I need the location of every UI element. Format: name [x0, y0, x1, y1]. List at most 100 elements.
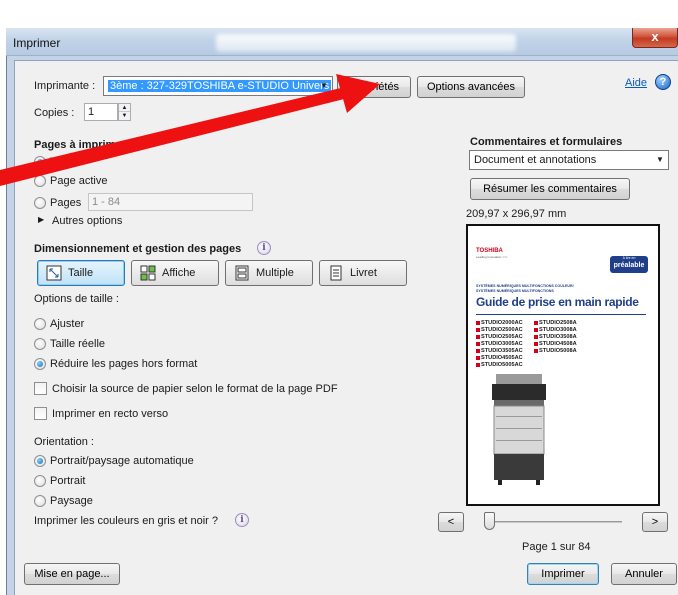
pages-range-radio[interactable]	[34, 197, 46, 209]
printer-illustration	[492, 374, 546, 485]
model-name: STUDIO4508A	[539, 341, 577, 347]
expand-triangle-icon[interactable]: ▶	[38, 215, 44, 224]
left-model: STUDIO3005AC	[476, 341, 523, 348]
info-icon[interactable]: i	[257, 241, 271, 255]
model-marker-icon	[476, 334, 480, 339]
pages-all-label: Tout	[50, 156, 71, 168]
booklet-button[interactable]: Livret	[319, 260, 407, 286]
summarize-comments-button[interactable]: Résumer les commentaires	[470, 178, 630, 200]
previous-page-button[interactable]: <	[438, 512, 464, 532]
pages-current-radio[interactable]	[34, 175, 46, 187]
next-page-button[interactable]: >	[642, 512, 668, 532]
preview-brand: TOSHIBA	[476, 248, 503, 254]
actual-size-label: Taille réelle	[50, 338, 106, 350]
title-bar: Imprimer	[6, 28, 678, 56]
properties-button[interactable]: Propriétés	[337, 76, 411, 98]
model-name: STUDIO2505AC	[481, 334, 523, 340]
copies-stepper[interactable]: ▲ ▼	[118, 103, 131, 121]
right-model: STUDIO5008A	[534, 348, 577, 355]
model-name: STUDIO3505AC	[481, 348, 523, 354]
page-dimensions: 209,97 x 296,97 mm	[466, 208, 567, 220]
model-name: STUDIO4505AC	[481, 355, 523, 361]
model-marker-icon	[476, 341, 480, 346]
sizing-heading: Dimensionnement et gestion des pages	[34, 243, 242, 255]
printer-select[interactable]: 3ème : 327-329TOSHIBA e-STUDIO Univers ▼	[103, 76, 333, 96]
model-name: STUDIO5005AC	[481, 362, 523, 368]
booklet-button-label: Livret	[350, 267, 377, 279]
preview-title: Guide de prise en main rapide	[476, 295, 639, 309]
print-button[interactable]: Imprimer	[527, 563, 599, 585]
preview-models-right: STUDIO2508A STUDIO3008A STUDIO3508A STUDIO4…	[534, 320, 577, 355]
model-name: STUDIO5008A	[539, 348, 577, 354]
orientation-portrait-label: Portrait	[50, 475, 86, 487]
orientation-landscape-radio[interactable]	[34, 495, 46, 507]
pages-range-input[interactable]: 1 - 84	[88, 193, 253, 211]
model-marker-icon	[476, 348, 480, 353]
right-model: STUDIO3508A	[534, 334, 577, 341]
advanced-options-button[interactable]: Options avancées	[417, 76, 525, 98]
grayscale-info-icon[interactable]: i	[235, 513, 249, 527]
model-marker-icon	[534, 341, 538, 346]
cancel-button[interactable]: Annuler	[611, 563, 677, 585]
pages-heading: Pages à imprimer	[34, 139, 126, 151]
model-marker-icon	[476, 327, 480, 332]
stepper-down-icon[interactable]: ▼	[119, 112, 130, 120]
fit-radio[interactable]	[34, 318, 46, 330]
size-options-label: Options de taille :	[34, 293, 119, 305]
orientation-auto-radio[interactable]	[34, 455, 46, 467]
multiple-button[interactable]: Multiple	[225, 260, 313, 286]
model-name: STUDIO2508A	[539, 320, 577, 326]
orientation-portrait-radio[interactable]	[34, 475, 46, 487]
pages-all-radio[interactable]	[34, 156, 46, 168]
printer-select-value: 3ème : 327-329TOSHIBA e-STUDIO Univers	[108, 80, 332, 92]
model-name: STUDIO3005AC	[481, 341, 523, 347]
page-slider-thumb[interactable]	[484, 512, 495, 530]
page-slider-track[interactable]	[492, 521, 622, 523]
page-setup-button[interactable]: Mise en page...	[24, 563, 120, 585]
model-marker-icon	[476, 320, 480, 325]
help-icon[interactable]: ?	[655, 74, 671, 90]
orientation-landscape-label: Paysage	[50, 495, 93, 507]
more-options-toggle[interactable]: Autres options	[52, 215, 122, 227]
left-model: STUDIO5005AC	[476, 362, 523, 369]
model-name: STUDIO3508A	[539, 334, 577, 340]
actual-size-radio[interactable]	[34, 338, 46, 350]
model-marker-icon	[476, 355, 480, 360]
shrink-label: Réduire les pages hors format	[50, 358, 198, 370]
preview-page: TOSHIBA Leading Innovation >>> À lire en…	[472, 232, 654, 498]
preview-rule	[476, 314, 646, 315]
booklet-icon	[330, 265, 342, 281]
preview-subtitle-2: SYSTÈMES NUMÉRIQUES MULTIFONCTIONS	[476, 289, 554, 293]
right-model: STUDIO4508A	[534, 341, 577, 348]
size-icon	[46, 265, 62, 281]
preview-subtitle-1: SYSTÈMES NUMÉRIQUES MULTIFONCTIONS COULE…	[476, 284, 574, 288]
comments-select[interactable]: Document et annotations ▼	[469, 150, 669, 170]
close-button[interactable]: x	[632, 28, 678, 48]
model-marker-icon	[534, 334, 538, 339]
preview-models-left: STUDIO2000AC STUDIO2500AC STUDIO2505AC STUD…	[476, 320, 523, 369]
multiple-button-label: Multiple	[256, 267, 294, 279]
left-model: STUDIO2000AC	[476, 320, 523, 327]
poster-button-label: Affiche	[162, 267, 196, 279]
preview-tagline: Leading Innovation >>>	[476, 255, 508, 259]
shrink-radio[interactable]	[34, 358, 46, 370]
model-marker-icon	[534, 327, 538, 332]
model-marker-icon	[534, 348, 538, 353]
multiple-pages-icon	[235, 265, 249, 281]
poster-button[interactable]: Affiche	[131, 260, 219, 286]
orientation-label: Orientation :	[34, 436, 94, 448]
paper-source-checkbox[interactable]	[34, 382, 47, 395]
duplex-checkbox[interactable]	[34, 407, 47, 420]
poster-icon	[140, 265, 156, 281]
left-model: STUDIO2500AC	[476, 327, 523, 334]
model-name: STUDIO2500AC	[481, 327, 523, 333]
model-name: STUDIO3008A	[539, 327, 577, 333]
model-marker-icon	[476, 362, 480, 367]
copies-input[interactable]: 1	[84, 103, 118, 121]
help-link[interactable]: Aide	[625, 77, 647, 89]
stepper-up-icon[interactable]: ▲	[119, 104, 130, 112]
size-button[interactable]: Taille	[37, 260, 125, 286]
printer-label: Imprimante :	[34, 80, 96, 92]
orientation-auto-label: Portrait/paysage automatique	[50, 455, 194, 467]
comments-select-value: Document et annotations	[474, 154, 597, 166]
